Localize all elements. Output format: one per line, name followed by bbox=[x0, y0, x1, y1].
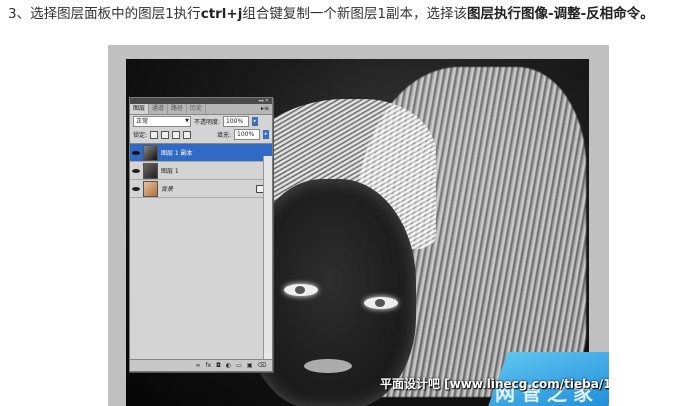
layer-list-empty-area bbox=[130, 202, 263, 359]
chevron-down-icon: ▼ bbox=[185, 118, 189, 124]
watermark-text: 平面设计吧 [www.linecg.com/tieba/1822] bbox=[380, 377, 609, 391]
lock-position-icon[interactable] bbox=[172, 130, 181, 139]
lock-pixels-icon[interactable] bbox=[161, 130, 170, 139]
lock-all-icon[interactable] bbox=[183, 130, 192, 139]
group-icon[interactable]: ▭ bbox=[236, 362, 242, 369]
layer-row-background[interactable]: 背景 bbox=[130, 180, 272, 198]
visibility-eye-icon[interactable] bbox=[132, 150, 140, 156]
opacity-label: 不透明度: bbox=[194, 119, 221, 126]
tab-history[interactable]: 历史 bbox=[187, 104, 207, 114]
left-eye bbox=[284, 284, 318, 296]
fill-label: 填充: bbox=[216, 132, 231, 139]
command-text: 图层执行图像-调整-反相命令 bbox=[466, 6, 641, 22]
panel-footer: ∞ fx ◘ ◐ ▭ ▣ ⌫ bbox=[130, 359, 272, 371]
instruction-end: 。 bbox=[640, 6, 654, 22]
blend-mode-value: 正常 bbox=[136, 118, 149, 125]
opacity-arrow-icon[interactable]: ▸ bbox=[252, 117, 259, 126]
instruction-text: 3、选择图层面板中的图层1执行ctrl+j组合键复制一个新图层1副本，选择该图层… bbox=[8, 4, 692, 24]
layers-panel: ◂◂ ✕ 图层 通道 路径 历史 ▸≡ 正常 ▼ 不透明度: 100% ▸ 锁定… bbox=[129, 97, 273, 372]
instruction-part1: 3、选择图层面板中的图层1执行 bbox=[8, 6, 201, 22]
layer-name: 图层 1 副本 bbox=[161, 150, 193, 157]
layers-scrollbar[interactable] bbox=[263, 156, 272, 359]
visibility-eye-icon[interactable] bbox=[132, 186, 140, 192]
panel-tabs: 图层 通道 路径 历史 ▸≡ bbox=[130, 104, 272, 115]
instruction-part2: 组合键复制一个新图层1副本，选择该 bbox=[242, 6, 467, 22]
lock-row: 锁定: 填充: 100% ▸ bbox=[130, 128, 272, 141]
layer-list: 图层 1 副本 图层 1 背景 bbox=[130, 143, 272, 198]
panel-menu-icon[interactable]: ▸≡ bbox=[261, 104, 272, 114]
adjustment-icon[interactable]: ◐ bbox=[226, 362, 231, 369]
fill-field[interactable]: 100% bbox=[234, 129, 260, 140]
layer-name: 背景 bbox=[161, 186, 174, 193]
mask-icon[interactable]: ◘ bbox=[216, 362, 221, 369]
layer-name: 图层 1 bbox=[161, 168, 179, 175]
fx-icon[interactable]: fx bbox=[206, 362, 212, 369]
trash-icon[interactable]: ⌫ bbox=[258, 362, 266, 369]
layer-thumbnail bbox=[143, 180, 158, 197]
new-layer-icon[interactable]: ▣ bbox=[247, 362, 253, 369]
panel-titlebar: ◂◂ ✕ bbox=[130, 98, 272, 104]
layer-thumbnail bbox=[143, 144, 158, 161]
tab-channels[interactable]: 通道 bbox=[149, 104, 169, 114]
blend-mode-select[interactable]: 正常 ▼ bbox=[133, 116, 191, 127]
visibility-eye-icon[interactable] bbox=[132, 168, 140, 174]
lips bbox=[304, 359, 352, 373]
link-icon[interactable]: ∞ bbox=[196, 362, 201, 369]
tab-paths[interactable]: 路径 bbox=[168, 104, 188, 114]
fill-arrow-icon[interactable]: ▸ bbox=[263, 130, 269, 139]
right-eye bbox=[364, 297, 398, 309]
layer-thumbnail bbox=[143, 162, 158, 179]
lock-label: 锁定: bbox=[133, 132, 148, 139]
panel-window-buttons[interactable]: ◂◂ ✕ bbox=[258, 98, 269, 104]
blend-row: 正常 ▼ 不透明度: 100% ▸ bbox=[130, 115, 272, 128]
lock-transparency-icon[interactable] bbox=[150, 130, 159, 139]
layer-row-1[interactable]: 图层 1 bbox=[130, 162, 272, 180]
opacity-field[interactable]: 100% bbox=[223, 116, 250, 127]
tab-layers[interactable]: 图层 bbox=[130, 104, 150, 114]
layer-row-copy[interactable]: 图层 1 副本 bbox=[130, 144, 272, 162]
shortcut-text: ctrl+j bbox=[200, 6, 243, 22]
